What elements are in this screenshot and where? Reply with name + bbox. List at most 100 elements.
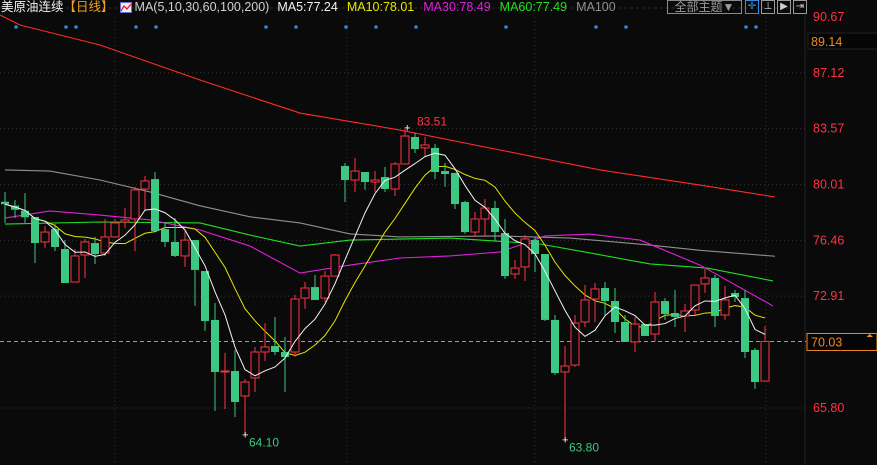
- candle: [70, 249, 80, 283]
- candle: [621, 315, 629, 342]
- candle: [361, 171, 369, 190]
- theme-dropdown[interactable]: 全部主题▼: [667, 0, 742, 14]
- ma30-line: [4, 210, 774, 307]
- candle: [461, 200, 469, 234]
- candlestick-chart[interactable]: 90.6787.1283.5780.0176.4672.9165.8089.14…: [0, 0, 877, 465]
- event-marker: [264, 25, 268, 29]
- candle: [161, 221, 169, 247]
- candle-body: [720, 299, 730, 316]
- y-tick-label: 83.57: [813, 122, 844, 136]
- candle: [590, 282, 600, 322]
- play-forward-icon[interactable]: ▶: [777, 0, 791, 14]
- candle: [700, 268, 710, 294]
- candle: [741, 290, 749, 358]
- candle-body: [311, 287, 319, 300]
- candle-body: [1, 201, 9, 205]
- range-select-icon[interactable]: ⊥: [761, 0, 775, 14]
- candle: [290, 294, 300, 358]
- candle: [411, 133, 419, 153]
- candle: [680, 304, 690, 333]
- candle: [231, 349, 239, 418]
- candle-body: [231, 371, 239, 402]
- candle: [580, 285, 590, 327]
- candle-body: [700, 277, 710, 285]
- candle: [240, 379, 250, 435]
- line-chart-icon[interactable]: [119, 2, 132, 13]
- candle-body: [501, 232, 509, 277]
- candle-body: [220, 370, 230, 373]
- low-marker-cross: +: [242, 430, 248, 442]
- candle-body: [661, 301, 669, 314]
- candle-body: [151, 179, 159, 231]
- ma100-value: MA100: [576, 0, 616, 14]
- candle-body: [240, 381, 250, 397]
- candle: [40, 226, 50, 248]
- candle: [480, 199, 490, 237]
- candle: [151, 171, 159, 231]
- event-marker: [14, 25, 18, 29]
- exit-icon[interactable]: ⇥: [793, 0, 807, 14]
- candle: [370, 171, 380, 192]
- event-marker: [594, 25, 598, 29]
- candle: [601, 282, 609, 316]
- candle-body: [400, 135, 410, 165]
- event-marker: [64, 25, 68, 29]
- ma10-value: MA10:78.01: [346, 0, 415, 14]
- candle-body: [551, 319, 559, 374]
- candle: [11, 199, 19, 219]
- candle: [551, 315, 559, 375]
- low-price-label: 63.80: [569, 440, 599, 454]
- candle-body: [361, 171, 369, 183]
- candle-body: [650, 301, 660, 335]
- candle: [611, 288, 619, 333]
- candle: [630, 316, 640, 352]
- period-label[interactable]: 【日线】: [64, 0, 114, 15]
- ma-definition[interactable]: MA(5,10,30,60,100,200): [135, 0, 270, 15]
- candle-body: [130, 189, 140, 220]
- candle-body: [641, 324, 649, 336]
- candle-body: [180, 239, 190, 257]
- candle: [211, 302, 219, 411]
- candle: [311, 274, 319, 300]
- candle-body: [171, 241, 179, 256]
- y-tick-label: 76.46: [813, 233, 844, 247]
- candle-body: [671, 313, 679, 317]
- candle-body: [51, 229, 59, 247]
- candle-body: [611, 301, 619, 322]
- candle-body: [120, 219, 130, 223]
- collapse-up-icon: ⏶: [866, 330, 874, 340]
- crosshair-icon[interactable]: ✛: [745, 0, 759, 14]
- candle: [720, 285, 730, 320]
- candle: [80, 238, 90, 278]
- high-price-label: 83.51: [417, 115, 447, 129]
- candle-body: [531, 240, 539, 255]
- candle: [690, 284, 700, 316]
- candle: [671, 290, 679, 327]
- candle: [510, 260, 520, 280]
- candle-body: [451, 172, 459, 205]
- candle-body: [290, 298, 300, 353]
- ma200-line: [0, 14, 776, 198]
- candle: [641, 324, 649, 336]
- candle: [501, 219, 509, 280]
- candle: [140, 175, 150, 211]
- candle: [201, 271, 209, 331]
- marked-price-label: 89.14: [811, 35, 842, 49]
- y-tick-label: 80.01: [813, 178, 844, 192]
- candle-body: [21, 210, 29, 218]
- candle-body: [110, 222, 120, 238]
- ma30-value: MA30:78.49: [423, 0, 491, 14]
- candle-body: [330, 254, 340, 277]
- candle-body: [741, 298, 749, 352]
- candle: [431, 144, 439, 180]
- candle: [330, 254, 340, 277]
- candle: [281, 337, 289, 392]
- candle-body: [711, 277, 719, 316]
- event-marker: [414, 25, 418, 29]
- candle-body: [161, 229, 169, 242]
- event-marker: [294, 25, 298, 29]
- candle: [130, 186, 140, 252]
- candle-body: [491, 207, 499, 233]
- candle-body: [510, 267, 520, 275]
- candle-body: [751, 349, 759, 383]
